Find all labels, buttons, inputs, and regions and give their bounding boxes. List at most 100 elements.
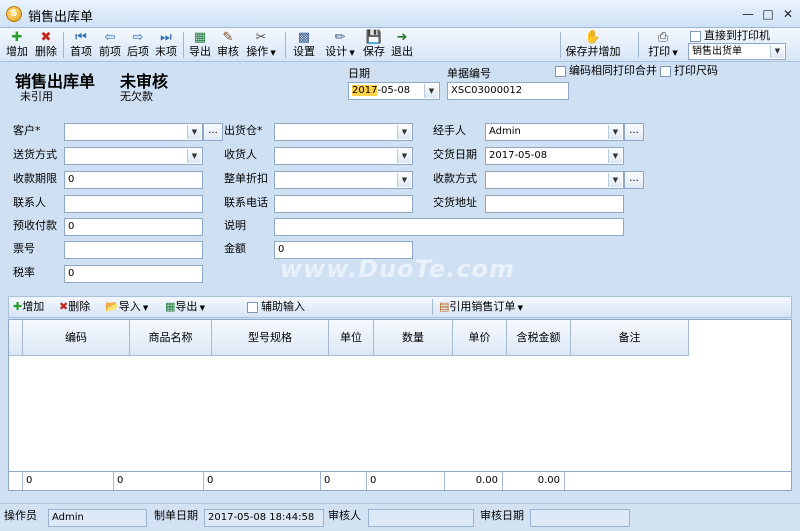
toolbar-divider <box>432 299 433 315</box>
collect-method-label: 收款方式 <box>433 172 477 185</box>
handler-browse-button[interactable]: ... <box>624 123 644 141</box>
prepaid-input[interactable]: 0 <box>64 218 203 236</box>
chevron-down-icon: ▼ <box>515 304 524 312</box>
export-icon: ▦ <box>165 300 176 313</box>
close-icon[interactable]: ✕ <box>780 6 796 22</box>
chevron-down-icon: ▼ <box>397 125 411 139</box>
customer-browse-button[interactable]: ... <box>203 123 223 141</box>
date-picker[interactable]: 2017-05-08 ▼ <box>348 82 440 100</box>
grid-export-menu[interactable]: ▦导出 ▼ <box>165 300 205 315</box>
tax-rate-input[interactable]: 0 <box>64 265 203 283</box>
grid-delete-button[interactable]: ✖删除 <box>59 300 90 314</box>
chevron-down-icon: ▼ <box>608 149 622 163</box>
grid-import-menu[interactable]: 📂导入 ▼ <box>105 300 148 315</box>
print-template-select[interactable]: 销售出货单 ▼ <box>688 43 786 60</box>
grid-toolbar: ✚增加 ✖删除 📂导入 ▼ ▦导出 ▼ 辅助输入 ▤引用销售订单 ▼ <box>8 296 792 318</box>
grid-col-header[interactable]: 商品名称 <box>130 320 212 356</box>
ticket-no-input[interactable] <box>64 241 203 259</box>
minimize-icon[interactable]: — <box>740 6 756 22</box>
contact-input[interactable] <box>64 195 203 213</box>
audit-button[interactable]: ✎ 审核 <box>215 30 241 60</box>
chevron-down-icon: ▼ <box>347 49 355 57</box>
export-button[interactable]: ▦ 导出 <box>187 30 213 60</box>
grid-col-header[interactable]: 含税金额 <box>507 320 571 356</box>
grid-col-header[interactable]: 数量 <box>374 320 453 356</box>
operator-value: Admin <box>48 509 147 527</box>
app-icon: S <box>6 6 22 22</box>
design-icon: ✏ <box>334 30 346 45</box>
grid-add-button[interactable]: ✚增加 <box>13 300 44 314</box>
last-button[interactable]: ⏭ 末项 <box>153 30 179 60</box>
grid-col-header[interactable]: 单价 <box>453 320 507 356</box>
ticket-no-label: 票号 <box>13 242 35 255</box>
collect-method-select[interactable]: ▼ <box>485 171 624 189</box>
chevron-down-icon: ▼ <box>197 304 206 312</box>
contact-phone-label: 联系电话 <box>224 196 268 209</box>
arrow-left-icon: ⇦ <box>104 30 116 45</box>
customer-select[interactable]: ▼ <box>64 123 203 141</box>
receiver-select[interactable]: ▼ <box>274 147 413 165</box>
main-toolbar: ✚ 增加 ✖ 删除 ⏮ 首项 ⇦ 前项 ⇨ 后项 ⏭ 末项 ▦ 导出 ✎ 审核 ✂ 操作 ▼ ▩ 设… <box>0 28 800 62</box>
contact-phone-input[interactable] <box>274 195 413 213</box>
toolbar-divider <box>183 32 184 58</box>
plus-icon: ✚ <box>13 300 23 313</box>
add-button[interactable]: ✚ 增加 <box>4 30 30 60</box>
window-title: 销售出库单 <box>28 10 94 25</box>
date-year-segment[interactable]: 2017 <box>352 85 378 96</box>
delivery-date-picker[interactable]: 2017-05-08 ▼ <box>485 147 624 165</box>
total-cell: 0 <box>23 472 114 490</box>
direct-print-checkbox[interactable] <box>690 31 701 42</box>
detail-grid[interactable]: 编码 商品名称 型号规格 单位 数量 单价 含税金额 备注 <box>8 319 792 491</box>
ship-method-select[interactable]: ▼ <box>64 147 203 165</box>
grid-row-header <box>9 320 23 356</box>
next-button[interactable]: ⇨ 后项 <box>125 30 151 60</box>
exit-icon: ➜ <box>396 30 408 45</box>
plus-icon: ✚ <box>11 30 23 45</box>
print-menu[interactable]: ⎙ 打印 ▼ <box>644 30 682 60</box>
grid-col-header[interactable]: 编码 <box>23 320 130 356</box>
toolbar-divider <box>285 32 286 58</box>
delete-icon: ✖ <box>40 30 52 45</box>
order-icon: ▤ <box>439 300 450 313</box>
date-value: 2017-05-08 <box>352 85 410 96</box>
maximize-icon[interactable]: □ <box>760 6 776 22</box>
print-size-checkbox[interactable] <box>660 66 671 77</box>
delivery-address-input[interactable] <box>485 195 624 213</box>
design-menu[interactable]: ✏ 设计 ▼ <box>323 30 357 60</box>
assist-input-label: 辅助输入 <box>261 300 305 313</box>
amount-label: 金额 <box>224 242 246 255</box>
create-date-value: 2017-05-08 18:44:58 <box>204 509 324 527</box>
import-icon: 📂 <box>105 300 119 313</box>
delivery-address-label: 交货地址 <box>433 196 477 209</box>
whole-discount-select[interactable]: ▼ <box>274 171 413 189</box>
save-and-add-button[interactable]: ✋ 保存并增加 <box>564 30 622 60</box>
total-cell: 0 <box>367 472 445 490</box>
collect-period-input[interactable]: 0 <box>64 171 203 189</box>
delete-button[interactable]: ✖ 删除 <box>32 30 60 60</box>
settings-icon: ▩ <box>297 30 311 45</box>
prev-button[interactable]: ⇦ 前项 <box>97 30 123 60</box>
settings-button[interactable]: ▩ 设置 <box>291 30 317 60</box>
remark-label: 说明 <box>224 219 246 232</box>
grid-col-header[interactable]: 单位 <box>329 320 374 356</box>
merge-print-checkbox[interactable] <box>555 66 566 77</box>
first-button[interactable]: ⏮ 首项 <box>68 30 94 60</box>
collect-period-label: 收款期限 <box>13 172 57 185</box>
handler-select[interactable]: Admin ▼ <box>485 123 624 141</box>
grid-col-header[interactable]: 型号规格 <box>212 320 329 356</box>
docno-label: 单据编号 <box>447 67 491 80</box>
save-button[interactable]: 💾 保存 <box>361 30 387 60</box>
operate-menu[interactable]: ✂ 操作 ▼ <box>245 30 277 60</box>
remark-input[interactable] <box>274 218 624 236</box>
assist-input-checkbox[interactable] <box>247 302 258 313</box>
warehouse-label: 出货仓* <box>224 124 263 137</box>
ref-sales-order-menu[interactable]: ▤引用销售订单 ▼ <box>439 300 523 315</box>
warehouse-select[interactable]: ▼ <box>274 123 413 141</box>
docno-input[interactable]: XSC03000012 <box>447 82 569 100</box>
exit-button[interactable]: ➜ 退出 <box>389 30 415 60</box>
direct-print-label: 直接到打印机 <box>704 29 770 42</box>
create-date-label: 制单日期 <box>154 509 198 522</box>
date-rest-segment: -05-08 <box>377 85 411 96</box>
collect-method-browse-button[interactable]: ... <box>624 171 644 189</box>
grid-col-header[interactable]: 备注 <box>571 320 689 356</box>
